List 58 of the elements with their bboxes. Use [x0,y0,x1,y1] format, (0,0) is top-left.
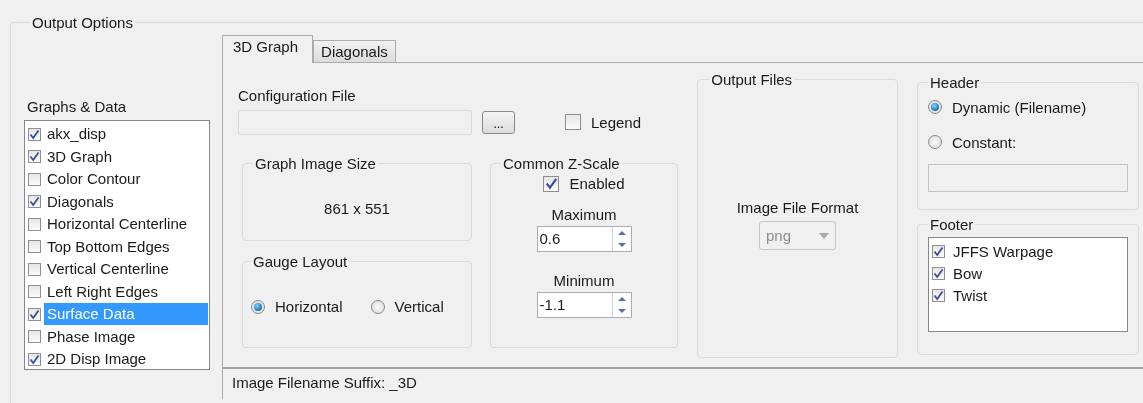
radio-label: Vertical [394,298,444,315]
list-item[interactable]: akx_disp [44,123,208,146]
checkbox[interactable] [932,266,945,280]
checkbox[interactable] [28,330,41,344]
radio-button[interactable] [928,100,942,114]
number-spinner[interactable]: 0.6 [536,226,632,252]
checkbox[interactable] [28,307,41,321]
field-label: Configuration File [238,87,357,104]
radio-button[interactable] [251,299,265,314]
field-label: Minimum [553,272,615,289]
list-item[interactable]: Left Right Edges [44,280,208,303]
radio-label: Dynamic (Filename) [952,98,1087,116]
number-spinner[interactable]: -1.1 [536,292,632,318]
group-title: Output Files [710,71,794,88]
checkbox[interactable] [28,285,41,299]
group-title: Output Options [31,14,134,31]
field-label: Maximum [551,206,617,223]
caret-icon [819,232,829,239]
checkbox[interactable] [28,127,41,141]
checkbox[interactable] [28,352,41,366]
checkbox-label: Legend [591,113,642,131]
list-item[interactable]: Bow [953,264,983,282]
checkbox[interactable] [28,217,41,231]
checkbox[interactable] [543,175,560,192]
tab[interactable]: Diagonals [313,40,396,62]
list-item[interactable]: Vertical Centerline [44,258,208,281]
checkbox[interactable] [932,288,945,302]
checkbox[interactable] [28,240,41,254]
checkbox[interactable] [565,114,581,130]
list-item[interactable]: JFFS Warpage [953,242,1054,260]
list-label: Graphs & Data [27,98,128,115]
radio-label: Constant: [952,133,1017,151]
group-title: Footer [929,216,975,233]
checkbox[interactable] [28,172,41,186]
group-title: Common Z-Scale [502,155,621,172]
list-item[interactable]: Phase Image [44,325,208,348]
list-item[interactable]: 3D Graph [44,145,208,168]
list-item[interactable]: Diagonals [44,190,208,213]
radio-button[interactable] [928,135,942,149]
checkbox[interactable] [28,150,41,164]
checkbox[interactable] [932,244,945,258]
checkbox[interactable] [28,195,41,209]
status-text: Image Filename Suffix: _3D [223,367,1143,397]
list-item[interactable]: Color Contour [44,168,208,191]
field-label: Image File Format [736,199,859,217]
list-item[interactable]: Top Bottom Edges [44,235,208,258]
checkbox-label: Enabled [569,175,625,192]
checkbox[interactable] [28,262,41,276]
group-title: Graph Image Size [254,155,377,172]
list-item[interactable]: 2D Disp Image [44,348,208,371]
tab[interactable]: 3D Graph [222,35,314,63]
group-title: Header [929,74,981,91]
list-item[interactable]: Twist [953,286,988,304]
group-title: Gauge Layout [252,253,349,270]
radio-label: Horizontal [275,298,343,315]
size-value: 861 x 551 [324,200,390,217]
radio-button[interactable] [370,299,385,314]
list-item[interactable]: Horizontal Centerline [44,213,208,236]
